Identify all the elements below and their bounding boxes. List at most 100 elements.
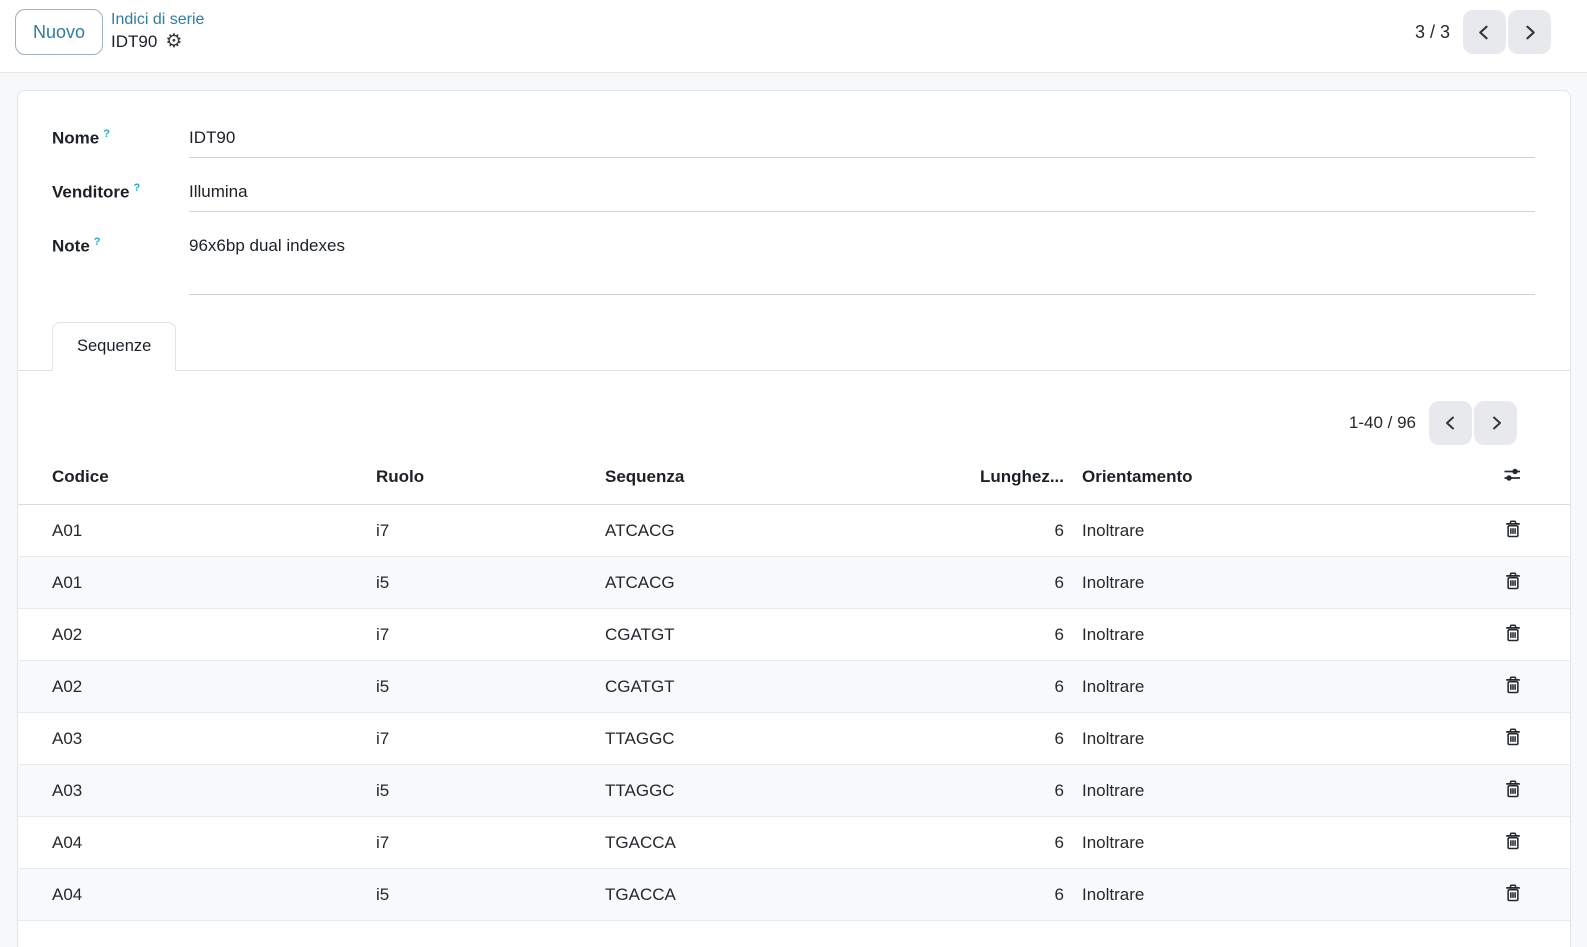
cell-ruolo[interactable]: i7 [376,609,605,661]
cell-ruolo[interactable]: i7 [376,505,605,557]
help-icon: ? [103,128,110,140]
cell-lunghezza[interactable]: 6 [968,557,1064,609]
cell-sequenza[interactable]: TGACCA [605,817,968,869]
delete-row-button[interactable] [1501,725,1525,749]
table-row[interactable]: A01 i5 ATCACG 6 Inoltrare [18,556,1570,609]
cell-codice[interactable]: A04 [18,817,376,869]
delete-row-button[interactable] [1501,517,1525,541]
record-pager-prev-button[interactable] [1463,10,1506,54]
delete-row-button[interactable] [1501,621,1525,645]
trash-icon [1503,779,1523,799]
column-header-sequenza[interactable]: Sequenza [605,458,968,505]
form-sheet: Nome? IDT90 Venditore? Illumina Note? 96… [17,90,1571,947]
nome-input[interactable]: IDT90 [189,128,1535,158]
cell-orientamento[interactable]: Inoltrare [1064,609,1455,661]
field-label-note: Note? [52,236,101,256]
note-input[interactable]: 96x6bp dual indexes [189,236,1535,295]
table-row[interactable]: A02 i7 CGATGT 6 Inoltrare [18,608,1570,661]
trash-icon [1503,883,1523,903]
cell-orientamento[interactable]: Inoltrare [1064,505,1455,557]
table-row[interactable]: A01 i7 ATCACG 6 Inoltrare [18,505,1570,557]
cell-ruolo[interactable]: i7 [376,817,605,869]
cell-ruolo[interactable]: i5 [376,661,605,713]
chevron-left-icon [1475,23,1494,42]
content-area: Nome? IDT90 Venditore? Illumina Note? 96… [0,73,1587,947]
chevron-right-icon [1487,414,1505,432]
cell-codice[interactable]: A03 [18,765,376,817]
table-row[interactable]: A04 i5 TGACCA 6 Inoltrare [18,868,1570,921]
trash-icon [1503,831,1523,851]
form-fields: Nome? IDT90 Venditore? Illumina Note? 96… [18,128,1570,295]
column-header-ruolo[interactable]: Ruolo [376,458,605,505]
list-pager-value[interactable]: 1-40 / 96 [1349,413,1416,433]
gear-icon[interactable]: ⚙ [165,32,182,51]
table-row[interactable]: A02 i5 CGATGT 6 Inoltrare [18,660,1570,713]
cell-ruolo[interactable]: i5 [376,765,605,817]
cell-lunghezza[interactable]: 6 [968,713,1064,765]
table-row[interactable]: A03 i5 TTAGGC 6 Inoltrare [18,764,1570,817]
cell-orientamento[interactable]: Inoltrare [1064,557,1455,609]
sequence-table: Codice Ruolo Sequenza Lunghez... Orienta… [18,458,1570,921]
cell-orientamento[interactable]: Inoltrare [1064,869,1455,921]
column-header-codice[interactable]: Codice [18,458,376,505]
cell-orientamento[interactable]: Inoltrare [1064,713,1455,765]
optional-columns-button[interactable] [1501,464,1524,486]
list-pager-next-button[interactable] [1474,401,1517,445]
cell-codice[interactable]: A03 [18,713,376,765]
table-row[interactable]: A04 i7 TGACCA 6 Inoltrare [18,816,1570,869]
notebook-tabs: Sequenze [18,322,1570,371]
venditore-input[interactable]: Illumina [189,182,1535,212]
cell-codice[interactable]: A02 [18,661,376,713]
delete-row-button[interactable] [1501,569,1525,593]
list-pager-prev-button[interactable] [1429,401,1472,445]
delete-row-button[interactable] [1501,777,1525,801]
field-row-venditore: Venditore? Illumina [52,182,1535,212]
field-row-nome: Nome? IDT90 [52,128,1535,158]
chevron-left-icon [1442,414,1460,432]
record-pager-next-button[interactable] [1508,10,1551,54]
cell-codice[interactable]: A01 [18,557,376,609]
cell-ruolo[interactable]: i7 [376,713,605,765]
new-button[interactable]: Nuovo [15,9,104,55]
breadcrumb: Indici di serie IDT90 ⚙ [111,9,204,53]
cell-codice[interactable]: A02 [18,609,376,661]
cell-sequenza[interactable]: ATCACG [605,505,968,557]
cell-lunghezza[interactable]: 6 [968,869,1064,921]
record-title: IDT90 [111,31,158,51]
tab-sequenze[interactable]: Sequenze [52,322,177,371]
cell-sequenza[interactable]: TTAGGC [605,713,968,765]
sliders-icon [1503,466,1522,484]
cell-sequenza[interactable]: CGATGT [605,661,968,713]
cell-sequenza[interactable]: TTAGGC [605,765,968,817]
cell-orientamento[interactable]: Inoltrare [1064,817,1455,869]
cell-lunghezza[interactable]: 6 [968,817,1064,869]
help-icon: ? [93,236,101,248]
cell-lunghezza[interactable]: 6 [968,505,1064,557]
cell-sequenza[interactable]: TGACCA [605,869,968,921]
cell-ruolo[interactable]: i5 [376,869,605,921]
cell-orientamento[interactable]: Inoltrare [1064,765,1455,817]
cell-lunghezza[interactable]: 6 [968,765,1064,817]
sequence-table-body: A01 i7 ATCACG 6 Inoltrare A01 i5 ATCACG … [18,505,1570,921]
field-row-note: Note? 96x6bp dual indexes [52,236,1535,295]
record-pager-value[interactable]: 3 / 3 [1415,22,1450,43]
table-row[interactable]: A03 i7 TTAGGC 6 Inoltrare [18,712,1570,765]
column-header-orientamento[interactable]: Orientamento [1064,458,1455,505]
delete-row-button[interactable] [1501,829,1525,853]
delete-row-button[interactable] [1501,881,1525,905]
breadcrumb-link-parent[interactable]: Indici di serie [111,10,204,31]
cell-sequenza[interactable]: ATCACG [605,557,968,609]
cell-lunghezza[interactable]: 6 [968,661,1064,713]
trash-icon [1503,675,1523,695]
trash-icon [1503,571,1523,591]
cell-ruolo[interactable]: i5 [376,557,605,609]
trash-icon [1503,623,1523,643]
column-header-lunghezza[interactable]: Lunghez... [968,458,1064,505]
cell-lunghezza[interactable]: 6 [968,609,1064,661]
cell-codice[interactable]: A04 [18,869,376,921]
cell-orientamento[interactable]: Inoltrare [1064,661,1455,713]
cell-sequenza[interactable]: CGATGT [605,609,968,661]
table-header-row: Codice Ruolo Sequenza Lunghez... Orienta… [18,458,1570,505]
cell-codice[interactable]: A01 [18,505,376,557]
delete-row-button[interactable] [1501,673,1525,697]
